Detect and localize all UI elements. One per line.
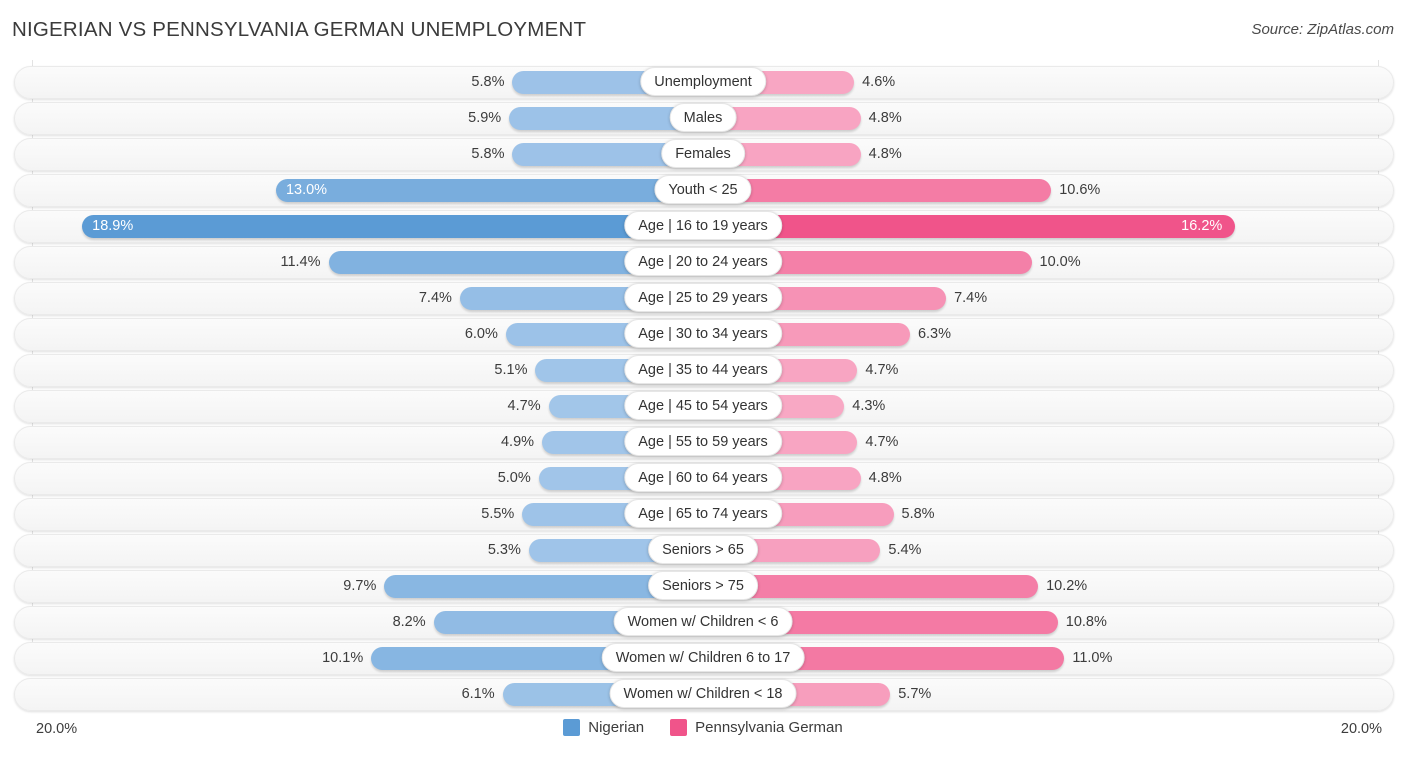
legend-label: Pennsylvania German xyxy=(695,719,843,736)
category-label: Age | 16 to 19 years xyxy=(624,211,782,240)
chart-legend: Nigerian Pennsylvania German xyxy=(0,719,1406,736)
bar-value-nigerian: 4.7% xyxy=(507,398,541,414)
bar-row: 6.1% 5.7% Women w/ Children < 18 xyxy=(14,678,1394,711)
bar-value-pennsylvania-german: 4.8% xyxy=(868,146,902,162)
bar-value-nigerian: 9.7% xyxy=(343,578,377,594)
legend-swatch-icon xyxy=(670,719,688,736)
bar-value-pennsylvania-german: 7.4% xyxy=(954,290,988,306)
bar-value-pennsylvania-german: 6.3% xyxy=(917,326,952,342)
bar-value-pennsylvania-german: 11.0% xyxy=(1072,650,1113,666)
bar-row: 4.7% 4.3% Age | 45 to 54 years xyxy=(14,390,1394,423)
bar-pennsylvania-german xyxy=(703,179,1052,202)
category-label: Seniors > 75 xyxy=(648,571,758,600)
category-label: Age | 20 to 24 years xyxy=(624,247,782,276)
bar-value-pennsylvania-german: 4.6% xyxy=(862,74,896,90)
bar-row: 8.2% 10.8% Women w/ Children < 6 xyxy=(14,606,1394,639)
chart-header: NIGERIAN VS PENNSYLVANIA GERMAN UNEMPLOY… xyxy=(0,0,1406,60)
bar-row: 7.4% 7.4% Age | 25 to 29 years xyxy=(14,282,1394,315)
bar-row: 18.9% 16.2% Age | 16 to 19 years xyxy=(14,210,1394,243)
category-label: Youth < 25 xyxy=(654,175,752,204)
bar-value-nigerian: 13.0% xyxy=(285,182,328,198)
bar-row: 5.0% 4.8% Age | 60 to 64 years xyxy=(14,462,1394,495)
bar-value-pennsylvania-german: 4.3% xyxy=(852,398,886,414)
bar-value-nigerian: 4.9% xyxy=(500,434,535,450)
category-label: Age | 25 to 29 years xyxy=(624,283,782,312)
bar-row: 9.7% 10.2% Seniors > 75 xyxy=(14,570,1394,603)
bar-row: 4.9% 4.7% Age | 55 to 59 years xyxy=(14,426,1394,459)
category-label: Age | 55 to 59 years xyxy=(624,427,782,456)
category-label: Women w/ Children 6 to 17 xyxy=(601,643,805,672)
bar-nigerian xyxy=(275,179,703,202)
bar-row: 11.4% 10.0% Age | 20 to 24 years xyxy=(14,246,1394,279)
bar-row: 5.5% 5.8% Age | 65 to 74 years xyxy=(14,498,1394,531)
category-label: Age | 65 to 74 years xyxy=(624,499,782,528)
bar-value-pennsylvania-german: 10.0% xyxy=(1039,254,1081,270)
bar-row: 5.1% 4.7% Age | 35 to 44 years xyxy=(14,354,1394,387)
bar-value-nigerian: 5.9% xyxy=(468,110,502,126)
bar-value-pennsylvania-german: 5.4% xyxy=(888,542,922,558)
bar-value-nigerian: 10.1% xyxy=(322,650,364,666)
chart-footer: 20.0% 20.0% Nigerian Pennsylvania German xyxy=(0,715,1406,757)
category-label: Males xyxy=(669,103,737,132)
bar-value-nigerian: 5.8% xyxy=(471,146,505,162)
bar-value-nigerian: 6.0% xyxy=(464,326,498,342)
bar-value-pennsylvania-german: 10.8% xyxy=(1065,614,1107,630)
bar-value-pennsylvania-german: 5.8% xyxy=(901,506,935,522)
bar-nigerian xyxy=(82,215,703,238)
category-label: Women w/ Children < 18 xyxy=(609,679,797,708)
bar-value-nigerian: 5.1% xyxy=(494,362,528,378)
category-label: Seniors > 65 xyxy=(648,535,758,564)
bar-row: 10.1% 11.0% Women w/ Children 6 to 17 xyxy=(14,642,1394,675)
category-label: Females xyxy=(661,139,745,168)
bar-row: 6.0% 6.3% Age | 30 to 34 years xyxy=(14,318,1394,351)
bar-value-nigerian: 5.8% xyxy=(471,74,505,90)
bar-value-pennsylvania-german: 10.2% xyxy=(1046,578,1088,594)
category-label: Age | 30 to 34 years xyxy=(624,319,782,348)
bar-value-nigerian: 7.4% xyxy=(418,290,452,306)
bar-value-nigerian: 5.0% xyxy=(497,470,531,486)
bar-value-pennsylvania-german: 4.8% xyxy=(868,470,902,486)
bar-value-pennsylvania-german: 10.6% xyxy=(1059,182,1101,198)
source-label: Source: ZipAtlas.com xyxy=(1251,21,1394,38)
bar-value-pennsylvania-german: 4.8% xyxy=(868,110,902,126)
category-label: Age | 45 to 54 years xyxy=(624,391,782,420)
bar-value-nigerian: 8.2% xyxy=(392,614,426,630)
category-label: Women w/ Children < 6 xyxy=(613,607,793,636)
bar-value-nigerian: 5.5% xyxy=(481,506,515,522)
bar-value-pennsylvania-german: 16.2% xyxy=(1181,218,1223,234)
bar-row: 13.0% 10.6% Youth < 25 xyxy=(14,174,1394,207)
bar-value-nigerian: 6.1% xyxy=(461,686,495,702)
category-label: Age | 60 to 64 years xyxy=(624,463,782,492)
category-label: Unemployment xyxy=(640,67,766,96)
bar-value-pennsylvania-german: 4.7% xyxy=(865,434,899,450)
bar-value-nigerian: 18.9% xyxy=(92,218,134,234)
page-title: NIGERIAN VS PENNSYLVANIA GERMAN UNEMPLOY… xyxy=(12,18,587,41)
bar-value-pennsylvania-german: 5.7% xyxy=(898,686,932,702)
legend-swatch-icon xyxy=(563,719,581,736)
bar-row: 5.3% 5.4% Seniors > 65 xyxy=(14,534,1394,567)
chart-plot-area: 5.8% 4.6% Unemployment 5.9% 4.8% Males 5.8% 4.8… xyxy=(0,60,1406,715)
bar-row: 5.9% 4.8% Males xyxy=(14,102,1394,135)
bar-row: 5.8% 4.8% Females xyxy=(14,138,1394,171)
bar-row: 5.8% 4.6% Unemployment xyxy=(14,66,1394,99)
legend-label: Nigerian xyxy=(588,719,645,736)
bar-value-nigerian: 11.4% xyxy=(280,254,321,270)
bar-pennsylvania-german xyxy=(703,215,1236,238)
legend-item[interactable]: Nigerian xyxy=(563,719,644,736)
bar-value-nigerian: 5.3% xyxy=(487,542,521,558)
bar-value-pennsylvania-german: 4.7% xyxy=(865,362,899,378)
category-label: Age | 35 to 44 years xyxy=(624,355,782,384)
legend-item[interactable]: Pennsylvania German xyxy=(670,719,843,736)
